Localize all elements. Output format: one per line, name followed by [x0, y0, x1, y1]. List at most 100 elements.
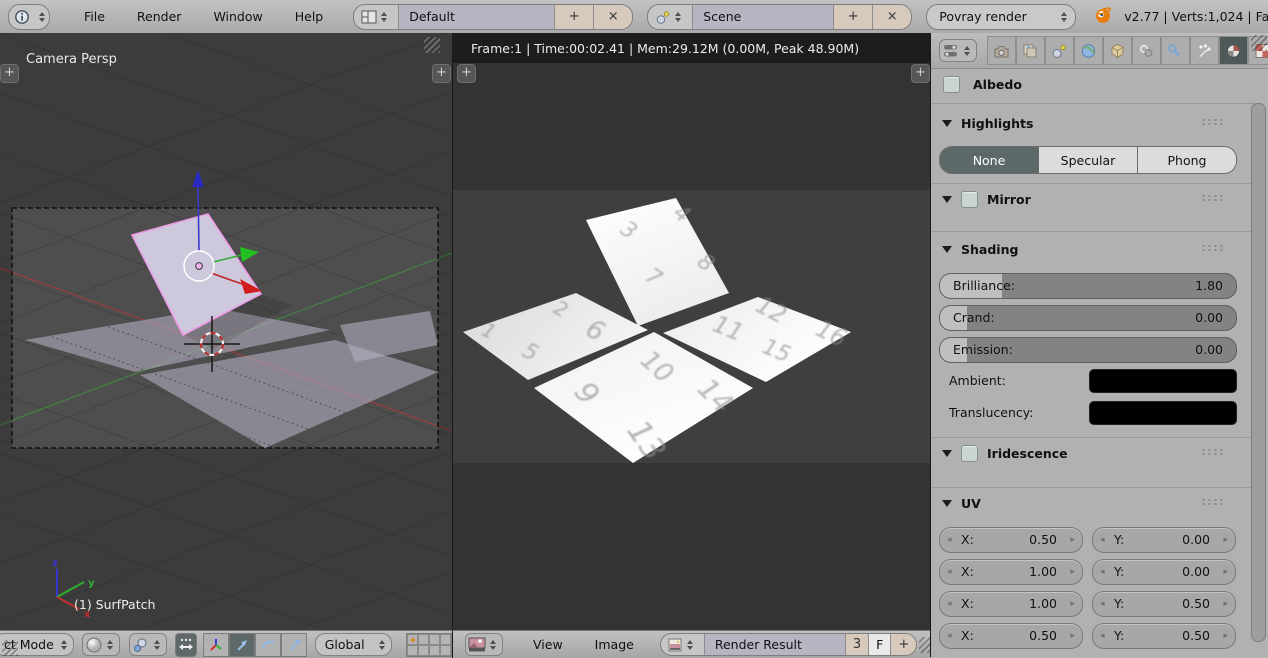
- editor-type-stepper[interactable]: [486, 640, 500, 650]
- panel-highlights-header[interactable]: Highlights ::::: [931, 113, 1261, 133]
- albedo-checkbox[interactable]: [943, 76, 960, 93]
- highlights-option-phong[interactable]: Phong: [1138, 147, 1236, 173]
- panel-grip-icon[interactable]: ::::: [1201, 115, 1225, 128]
- collapse-triangle-icon[interactable]: [942, 500, 952, 507]
- emission-slider[interactable]: Emission: 0.00: [939, 337, 1237, 363]
- collapse-triangle-icon[interactable]: [942, 196, 952, 203]
- delete-scene-button[interactable]: ×: [873, 5, 911, 29]
- collapse-triangle-icon[interactable]: [942, 450, 952, 457]
- layer-cell[interactable]: [429, 645, 440, 656]
- axis-tripod-button[interactable]: [203, 633, 229, 657]
- area-corner-grip[interactable]: [424, 37, 440, 53]
- panel-grip-icon[interactable]: ::::: [1201, 495, 1225, 508]
- layer-cell[interactable]: [440, 634, 451, 645]
- uv-x-field-3[interactable]: ◂X:1.00▸: [939, 591, 1083, 617]
- image-editor[interactable]: Frame:1 | Time:00:02.41 | Mem:29.12M (0.…: [452, 33, 931, 630]
- collapse-triangle-icon[interactable]: [942, 246, 952, 253]
- scale-manipulator-button[interactable]: [281, 633, 307, 657]
- shading-stepper[interactable]: [103, 640, 117, 650]
- screen-layout-stepper[interactable]: [377, 12, 391, 22]
- panel-grip-icon[interactable]: ::::: [1201, 445, 1225, 458]
- layer-cell[interactable]: [407, 645, 418, 656]
- menu-render[interactable]: Render: [121, 9, 198, 24]
- mode-stepper[interactable]: [57, 640, 71, 650]
- highlights-option-none[interactable]: None: [940, 147, 1039, 173]
- viewport-shading-select[interactable]: [82, 633, 120, 656]
- uv-y-field-2[interactable]: ◂Y:0.00▸: [1092, 559, 1236, 585]
- layer-cell[interactable]: [418, 645, 429, 656]
- panel-grip-icon[interactable]: ::::: [1201, 241, 1225, 254]
- area-corner-grip[interactable]: [2, 640, 18, 656]
- layers-widget[interactable]: [406, 633, 452, 657]
- translucency-color-swatch[interactable]: [1089, 401, 1237, 425]
- info-menu-widget[interactable]: [8, 4, 50, 30]
- layer-cell-active[interactable]: [407, 634, 418, 645]
- fake-user-button[interactable]: F: [869, 634, 891, 655]
- render-slot-button[interactable]: 3: [846, 634, 869, 655]
- area-corner-grip[interactable]: [1251, 35, 1267, 51]
- transform-orientation-select[interactable]: Global: [315, 633, 392, 656]
- properties-panel[interactable]: Albedo Highlights :::: None Specular Pho…: [930, 33, 1268, 657]
- iridescence-checkbox[interactable]: [961, 445, 978, 462]
- rotate-manipulator-button[interactable]: [255, 633, 281, 657]
- scene-stepper[interactable]: [671, 12, 685, 22]
- image-datablock-stepper[interactable]: [683, 640, 697, 650]
- uv-y-field-1[interactable]: ◂Y:0.00▸: [1092, 527, 1236, 553]
- layer-cell[interactable]: [440, 645, 451, 656]
- uv-x-field-4[interactable]: ◂X:0.50▸: [939, 623, 1083, 649]
- uv-x-field-1[interactable]: ◂X:0.50▸: [939, 527, 1083, 553]
- viewport-3d-canvas[interactable]: z y x: [0, 33, 452, 630]
- crand-slider[interactable]: Crand: 0.00: [939, 305, 1237, 331]
- uv-y-field-4[interactable]: ◂Y:0.50▸: [1092, 623, 1236, 649]
- properties-editor-type-select[interactable]: [939, 39, 977, 62]
- editor-type-select[interactable]: [465, 633, 503, 656]
- tab-particles[interactable]: [1190, 36, 1219, 65]
- properties-editor-stepper[interactable]: [960, 46, 974, 56]
- pivot-stepper[interactable]: [150, 640, 164, 650]
- panel-mirror-header[interactable]: Mirror ::::: [931, 189, 1261, 209]
- tab-modifiers[interactable]: [1161, 36, 1190, 65]
- pivot-point-select[interactable]: [129, 633, 167, 656]
- menu-help[interactable]: Help: [279, 9, 340, 24]
- panel-iridescence-header[interactable]: Iridescence ::::: [931, 443, 1261, 463]
- layer-cell[interactable]: [429, 634, 440, 645]
- image-icon-button[interactable]: [661, 634, 705, 655]
- scene-icon-button[interactable]: [648, 5, 693, 29]
- region-expand-left[interactable]: +: [457, 64, 476, 83]
- uv-x-field-2[interactable]: ◂X:1.00▸: [939, 559, 1083, 585]
- render-engine-select[interactable]: Povray render: [926, 4, 1076, 30]
- region-expand-left[interactable]: +: [0, 64, 19, 83]
- screen-layout-icon-button[interactable]: [354, 5, 399, 29]
- ambient-color-swatch[interactable]: [1089, 369, 1237, 393]
- tab-material[interactable]: [1219, 36, 1248, 65]
- region-expand-right[interactable]: +: [911, 64, 930, 83]
- viewport-3d[interactable]: z y x Camera Persp (1) SurfPatch + +: [0, 33, 453, 630]
- tab-render[interactable]: [987, 36, 1016, 65]
- info-menu-stepper[interactable]: [35, 5, 49, 29]
- uv-y-field-3[interactable]: ◂Y:0.50▸: [1092, 591, 1236, 617]
- highlights-option-specular[interactable]: Specular: [1039, 147, 1138, 173]
- menu-file[interactable]: File: [68, 9, 121, 24]
- scene-name-field[interactable]: Scene: [693, 5, 834, 29]
- tab-world[interactable]: [1074, 36, 1103, 65]
- menu-window[interactable]: Window: [197, 9, 278, 24]
- layer-cell[interactable]: [418, 634, 429, 645]
- panel-scrollbar[interactable]: [1251, 103, 1266, 642]
- translate-manipulator-button[interactable]: [229, 633, 255, 657]
- tab-scene[interactable]: [1045, 36, 1074, 65]
- menu-view[interactable]: View: [517, 637, 579, 652]
- tab-object[interactable]: [1103, 36, 1132, 65]
- render-engine-stepper[interactable]: [1057, 12, 1071, 22]
- panel-uv-header[interactable]: UV ::::: [931, 493, 1261, 513]
- orientation-stepper[interactable]: [375, 640, 389, 650]
- layout-name-field[interactable]: Default: [399, 5, 555, 29]
- brilliance-slider[interactable]: Brilliance: 1.80: [939, 273, 1237, 299]
- panel-grip-icon[interactable]: ::::: [1201, 191, 1225, 204]
- image-name-field[interactable]: Render Result: [705, 634, 846, 655]
- panel-shading-header[interactable]: Shading ::::: [931, 239, 1261, 259]
- menu-image[interactable]: Image: [579, 637, 650, 652]
- manipulator-toggle[interactable]: [175, 633, 196, 657]
- add-scene-button[interactable]: +: [834, 5, 873, 29]
- tab-render-layers[interactable]: [1016, 36, 1045, 65]
- collapse-triangle-icon[interactable]: [942, 120, 952, 127]
